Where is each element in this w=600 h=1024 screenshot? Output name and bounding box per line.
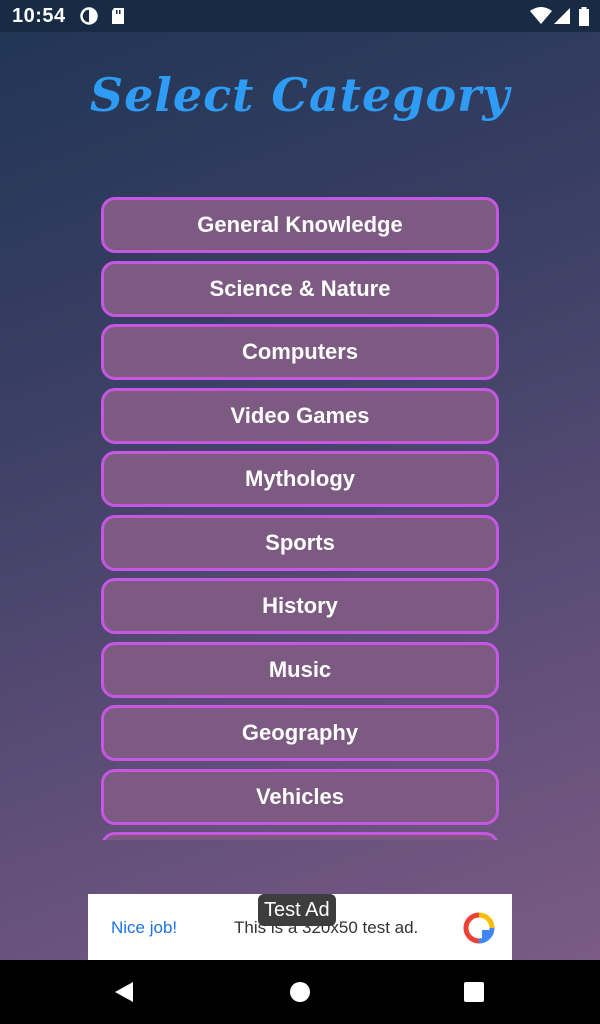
- signal-icon: [553, 7, 571, 30]
- category-button-geography[interactable]: Geography: [101, 705, 499, 761]
- back-icon[interactable]: [113, 980, 135, 1009]
- app-screen: 10:54 Select Category General Knowledge …: [0, 0, 600, 960]
- battery-icon: [578, 7, 590, 32]
- category-button-general-knowledge[interactable]: General Knowledge: [101, 197, 499, 253]
- data-saver-icon: [80, 7, 98, 30]
- category-button-computers[interactable]: Computers: [101, 324, 499, 380]
- category-button-history[interactable]: History: [101, 578, 499, 634]
- category-button-mythology[interactable]: Mythology: [101, 451, 499, 507]
- status-time: 10:54: [12, 5, 66, 27]
- wifi-icon: [530, 7, 552, 30]
- category-button-science-nature[interactable]: Science & Nature: [101, 260, 499, 317]
- navigation-bar: [0, 960, 600, 1024]
- test-ad-label: Test Ad: [258, 894, 336, 926]
- home-icon[interactable]: [289, 980, 311, 1009]
- ad-cta-text[interactable]: Nice job!: [111, 918, 177, 938]
- category-button-partial[interactable]: [101, 832, 499, 840]
- recents-icon[interactable]: [463, 980, 485, 1009]
- category-button-video-games[interactable]: Video Games: [101, 387, 499, 444]
- sd-card-icon: [110, 7, 126, 30]
- category-list[interactable]: General Knowledge Science & Nature Compu…: [101, 197, 499, 840]
- ad-choices-icon[interactable]: [462, 911, 496, 950]
- category-button-vehicles[interactable]: Vehicles: [101, 768, 499, 825]
- page-title: Select Category: [89, 68, 511, 122]
- category-button-music[interactable]: Music: [101, 641, 499, 698]
- category-button-sports[interactable]: Sports: [101, 514, 499, 571]
- status-bar: 10:54: [0, 0, 600, 32]
